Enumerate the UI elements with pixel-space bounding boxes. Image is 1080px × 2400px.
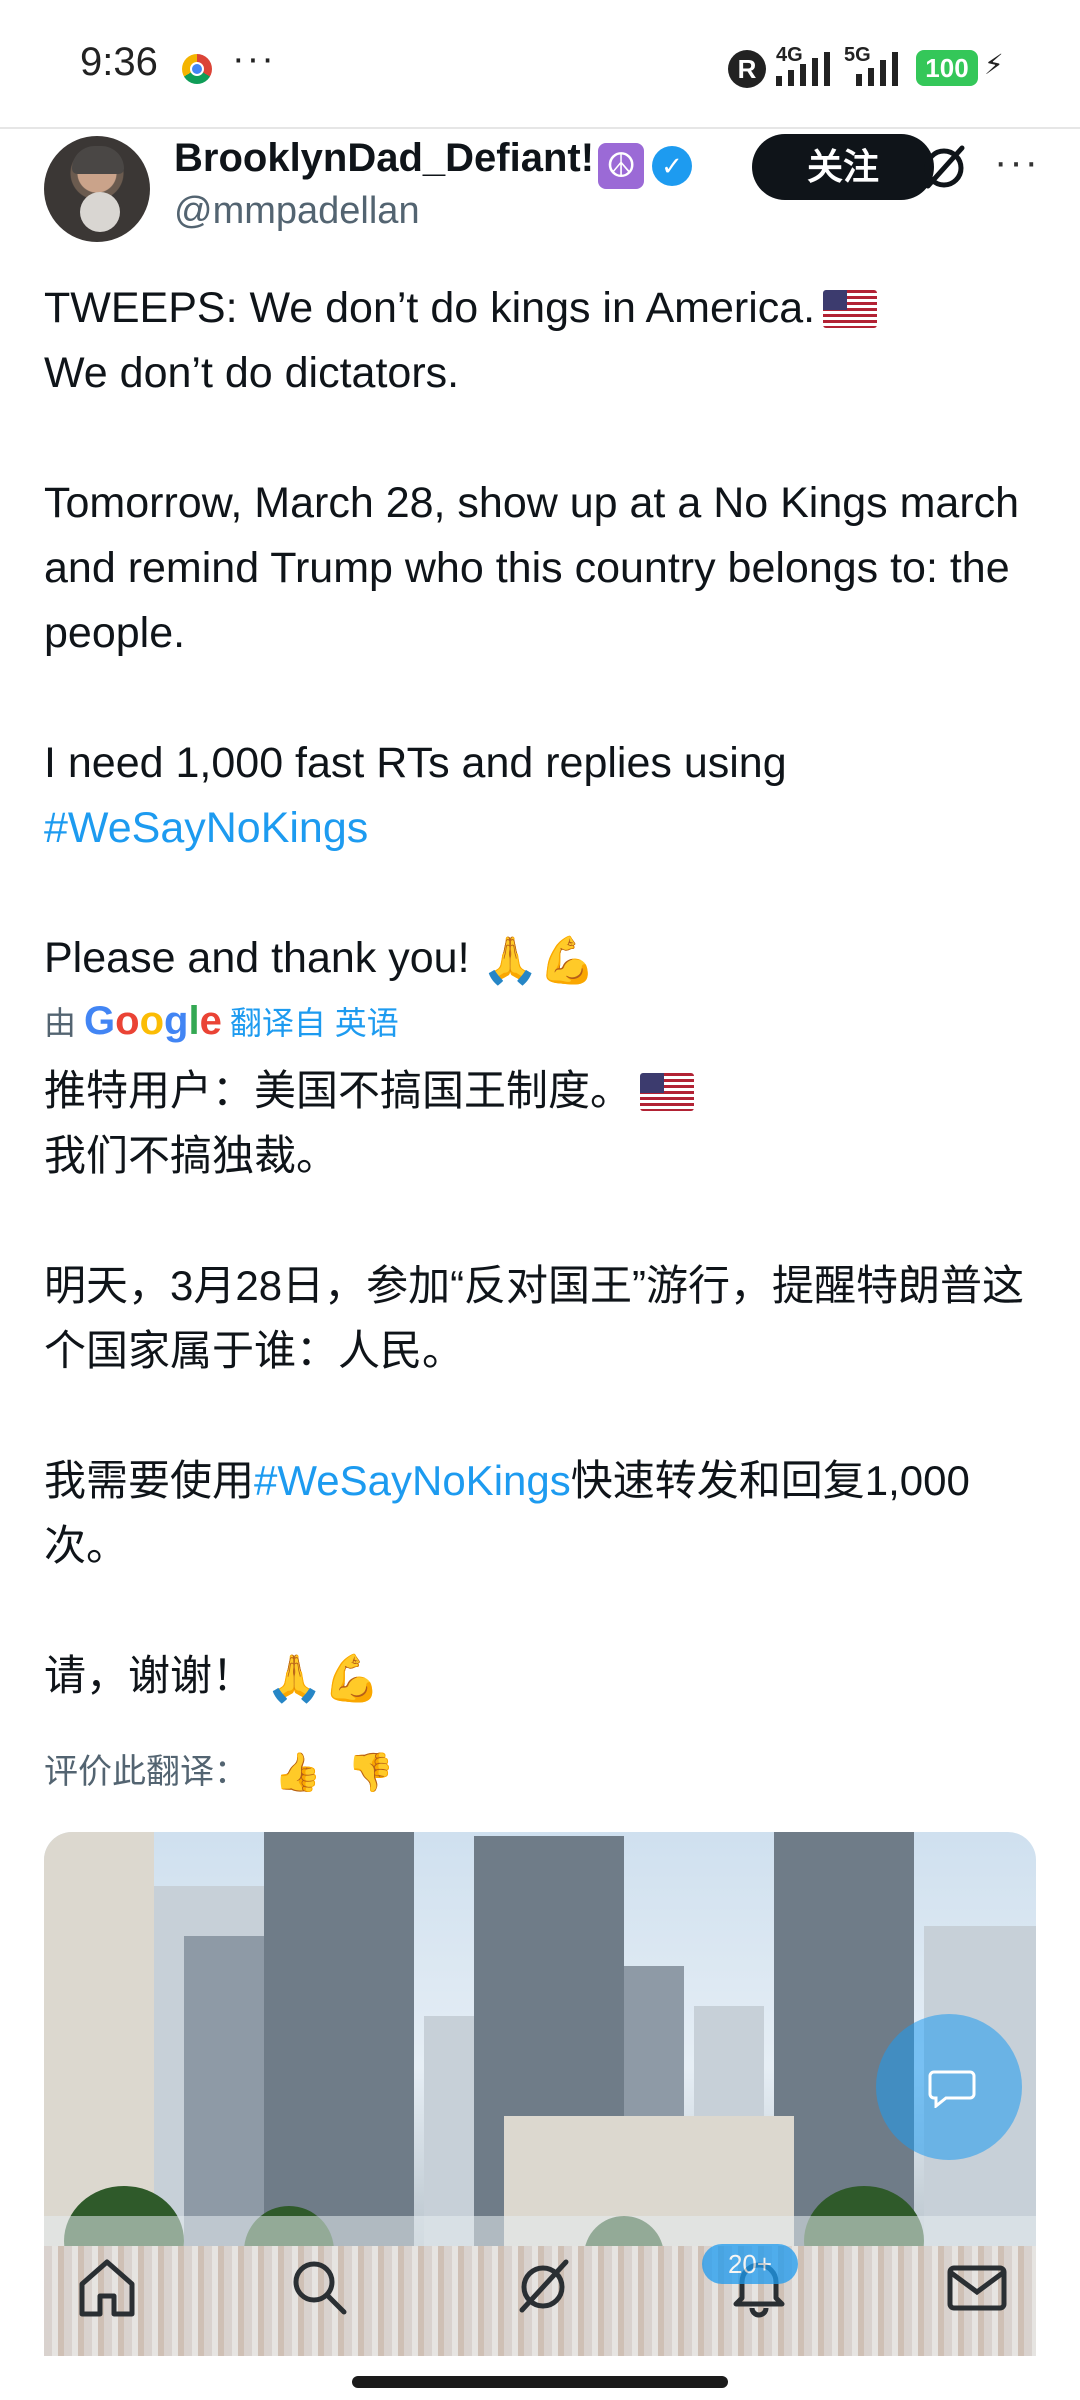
battery-icon: 100	[916, 50, 978, 86]
status-overflow: ···	[232, 38, 276, 80]
rate-translation: 评价此翻译： 👍 👎	[44, 1744, 395, 1795]
author-name-text[interactable]: BrooklynDad_Defiant!	[174, 136, 594, 180]
chrome-icon	[182, 54, 212, 84]
pray-muscle-emoji: 🙏💪	[481, 934, 597, 986]
translation-line: 明天，3月28日，参加“反对国王”游行，提醒特朗普这个国家属于谁：人民。	[44, 1262, 1025, 1374]
search-icon[interactable]	[284, 2252, 354, 2322]
tweet-line: I need 1,000 fast RTs and replies using	[44, 739, 787, 787]
grok-nav-icon[interactable]	[508, 2252, 578, 2322]
translated-from-english-link[interactable]: 翻译自 英语	[230, 1005, 399, 1041]
author-handle[interactable]: @mmpadellan	[174, 190, 420, 233]
tweet-line: TWEEPS: We don’t do kings in America.	[44, 284, 816, 332]
signal-icon	[856, 52, 906, 86]
follow-button[interactable]: 关注	[752, 134, 934, 200]
google-logo: Google	[84, 999, 222, 1043]
translated-text: 推特用户：美国不搞国王制度。 我们不搞独裁。 明天，3月28日，参加“反对国王”…	[44, 1058, 1044, 1711]
tweet-line: We don’t do dictators.	[44, 349, 460, 397]
more-options-icon[interactable]: ···	[994, 140, 1040, 185]
status-time: 9:36	[80, 40, 158, 84]
tweet-line: Please and thank you!	[44, 934, 470, 982]
signal-icon	[776, 52, 836, 86]
hashtag-link[interactable]: #WeSayNoKings	[254, 1457, 571, 1504]
thumbs-up-icon[interactable]: 👍	[274, 1751, 321, 1795]
pray-muscle-emoji: 🙏💪	[265, 1652, 381, 1704]
translation-line: 我需要使用	[44, 1457, 255, 1504]
translated-by-google: 由 Google 翻译自 英语	[44, 998, 399, 1044]
tweet-text: TWEEPS: We don’t do kings in America. We…	[44, 276, 1034, 993]
translation-line: 推特用户：美国不搞国王制度。	[44, 1067, 633, 1114]
tweet-line: Tomorrow, March 28, show up at a No King…	[44, 479, 1020, 657]
charging-icon: ⚡	[984, 49, 1004, 80]
chat-bubble-icon	[928, 2070, 976, 2108]
translation-line: 我们不搞独裁。	[44, 1132, 339, 1179]
home-icon[interactable]	[72, 2252, 142, 2322]
home-indicator[interactable]	[352, 2376, 728, 2388]
grok-icon[interactable]	[914, 138, 974, 198]
author-display-name[interactable]: BrooklynDad_Defiant! ☮ ✓	[174, 136, 693, 189]
messages-icon[interactable]	[942, 2252, 1012, 2322]
thumbs-down-icon[interactable]: 👎	[347, 1751, 394, 1795]
us-flag-icon	[640, 1073, 695, 1111]
verified-badge-icon: ✓	[652, 146, 693, 186]
hashtag-link[interactable]: #WeSayNoKings	[44, 804, 368, 852]
rate-translation-label: 评价此翻译：	[44, 1753, 248, 1791]
us-flag-icon	[823, 290, 878, 328]
avatar[interactable]	[44, 136, 150, 242]
roaming-icon: R	[728, 50, 766, 88]
translated-by-prefix: 由	[44, 1005, 77, 1041]
status-bar: 9:36 ··· R 4G 5G 100 ⚡	[0, 0, 1080, 128]
header-divider	[0, 127, 1080, 129]
translation-line: 请，谢谢！	[44, 1652, 255, 1699]
notifications-badge: 20+	[702, 2244, 798, 2284]
peace-icon: ☮	[598, 143, 645, 189]
